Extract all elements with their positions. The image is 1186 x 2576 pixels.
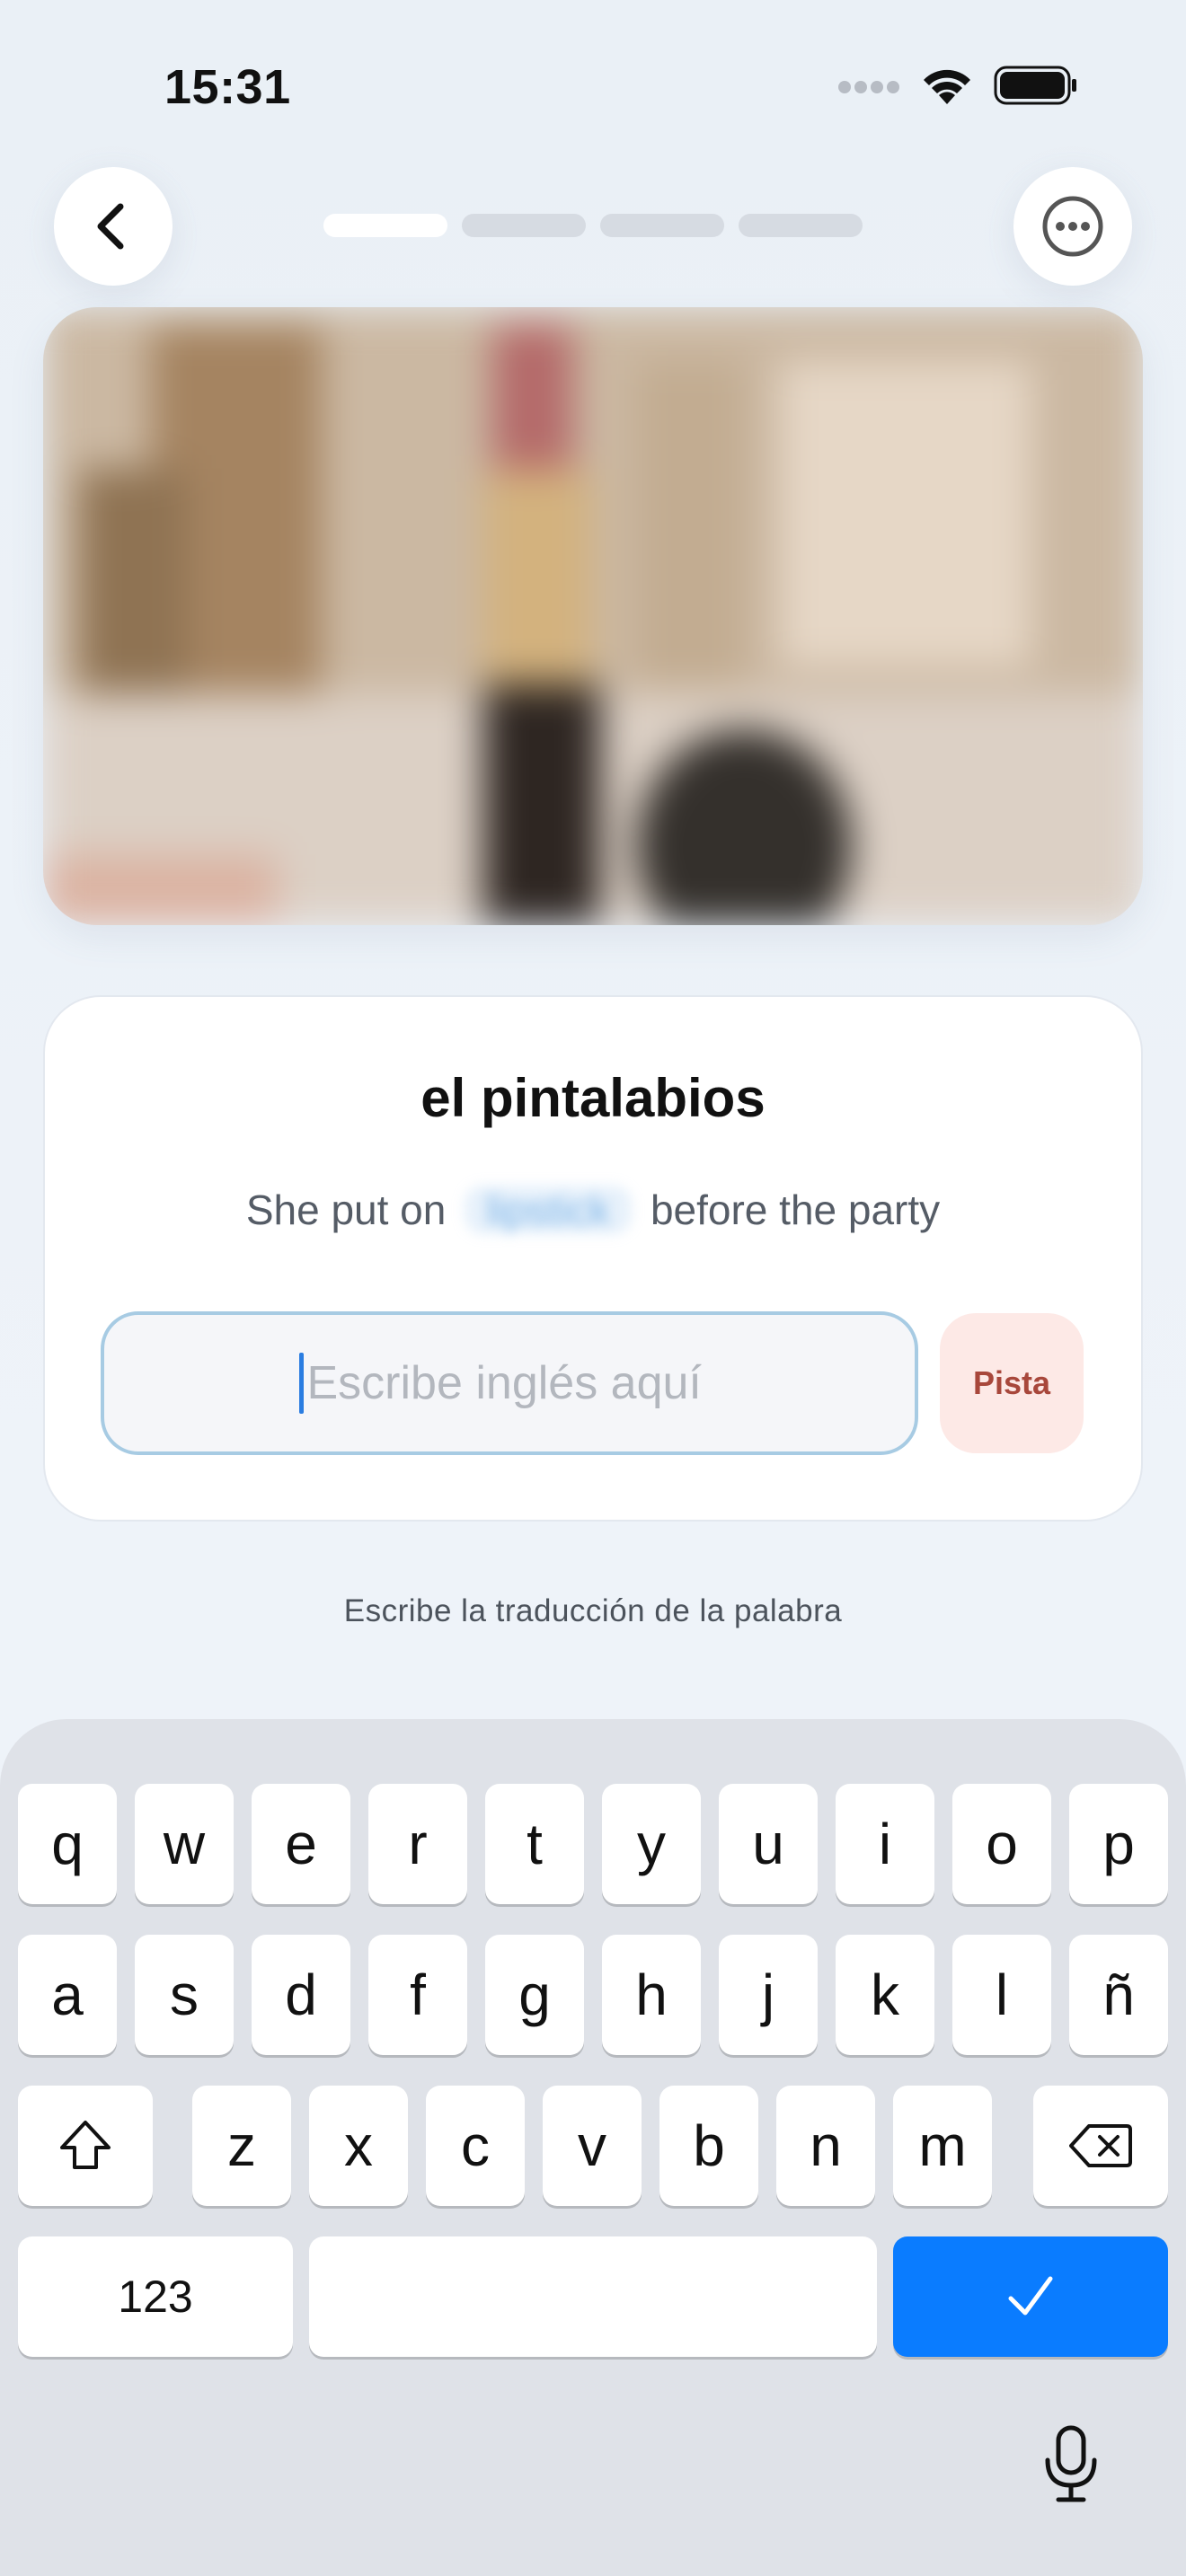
progress-segment — [739, 214, 863, 237]
status-icons — [837, 65, 1078, 106]
key-j[interactable]: j — [719, 1935, 818, 2055]
key-g[interactable]: g — [485, 1935, 584, 2055]
key-x[interactable]: x — [309, 2086, 408, 2206]
key-n[interactable]: n — [776, 2086, 875, 2206]
text-cursor — [298, 1353, 304, 1414]
key-k[interactable]: k — [836, 1935, 934, 2055]
shift-key[interactable] — [18, 2086, 153, 2206]
dictation-button[interactable] — [1033, 2420, 1109, 2510]
key-y[interactable]: y — [602, 1784, 701, 1904]
progress-segment — [323, 214, 447, 237]
progress-segment — [462, 214, 586, 237]
key-s[interactable]: s — [135, 1935, 234, 2055]
instruction-text: Escribe la traducción de la palabra — [343, 1593, 843, 1628]
done-button[interactable] — [893, 2236, 1168, 2357]
progress-segment — [600, 214, 724, 237]
delete-key[interactable] — [1033, 2086, 1168, 2206]
key-n-tilde[interactable]: ñ — [1069, 1935, 1168, 2055]
key-l[interactable]: l — [952, 1935, 1051, 2055]
back-button[interactable] — [54, 167, 173, 286]
checkmark-icon — [1008, 2276, 1053, 2316]
key-v[interactable]: v — [543, 2086, 642, 2206]
microphone-icon — [1045, 2425, 1097, 2502]
key-w[interactable]: w — [135, 1784, 234, 1904]
key-z[interactable]: z — [192, 2086, 291, 2206]
key-i[interactable]: i — [836, 1784, 934, 1904]
key-a[interactable]: a — [18, 1935, 117, 2055]
key-h[interactable]: h — [602, 1935, 701, 2055]
keyboard: q w e r t y u i o p a s d f g h j k l ñ … — [0, 1719, 1186, 2576]
numbers-key[interactable]: 123 — [18, 2236, 293, 2357]
status-time: 15:31 — [164, 60, 291, 114]
key-q[interactable]: q — [18, 1784, 117, 1904]
spanish-word: el pintalabios — [420, 1068, 766, 1128]
key-b[interactable]: b — [659, 2086, 758, 2206]
backspace-icon — [1069, 2124, 1132, 2167]
key-t[interactable]: t — [485, 1784, 584, 1904]
sentence-before: She put on — [245, 1187, 447, 1233]
key-r[interactable]: r — [368, 1784, 467, 1904]
wifi-icon — [924, 69, 970, 104]
key-d[interactable]: d — [252, 1935, 350, 2055]
key-o[interactable]: o — [952, 1784, 1051, 1904]
answer-field[interactable] — [101, 1311, 918, 1455]
hidden-word: lipstick — [465, 1186, 633, 1234]
progress-indicator — [323, 214, 863, 237]
key-f[interactable]: f — [368, 1935, 467, 2055]
sentence-after: before the party — [650, 1187, 941, 1233]
chevron-left-icon — [97, 203, 124, 250]
key-e[interactable]: e — [252, 1784, 350, 1904]
key-m[interactable]: m — [893, 2086, 992, 2206]
shift-icon — [60, 2121, 111, 2169]
key-c[interactable]: c — [426, 2086, 525, 2206]
key-p[interactable]: p — [1069, 1784, 1168, 1904]
word-image — [43, 307, 1143, 925]
key-u[interactable]: u — [719, 1784, 818, 1904]
ellipsis-circle-icon — [1042, 196, 1103, 257]
cellular-signal-icon — [838, 81, 899, 93]
hint-button[interactable]: Pista — [940, 1313, 1084, 1453]
battery-icon — [994, 66, 1076, 105]
space-key[interactable] — [309, 2236, 877, 2357]
answer-input[interactable] — [306, 1356, 721, 1410]
example-sentence: She put on lipstick before the party — [0, 1186, 1186, 1234]
more-options-button[interactable] — [1013, 167, 1132, 286]
